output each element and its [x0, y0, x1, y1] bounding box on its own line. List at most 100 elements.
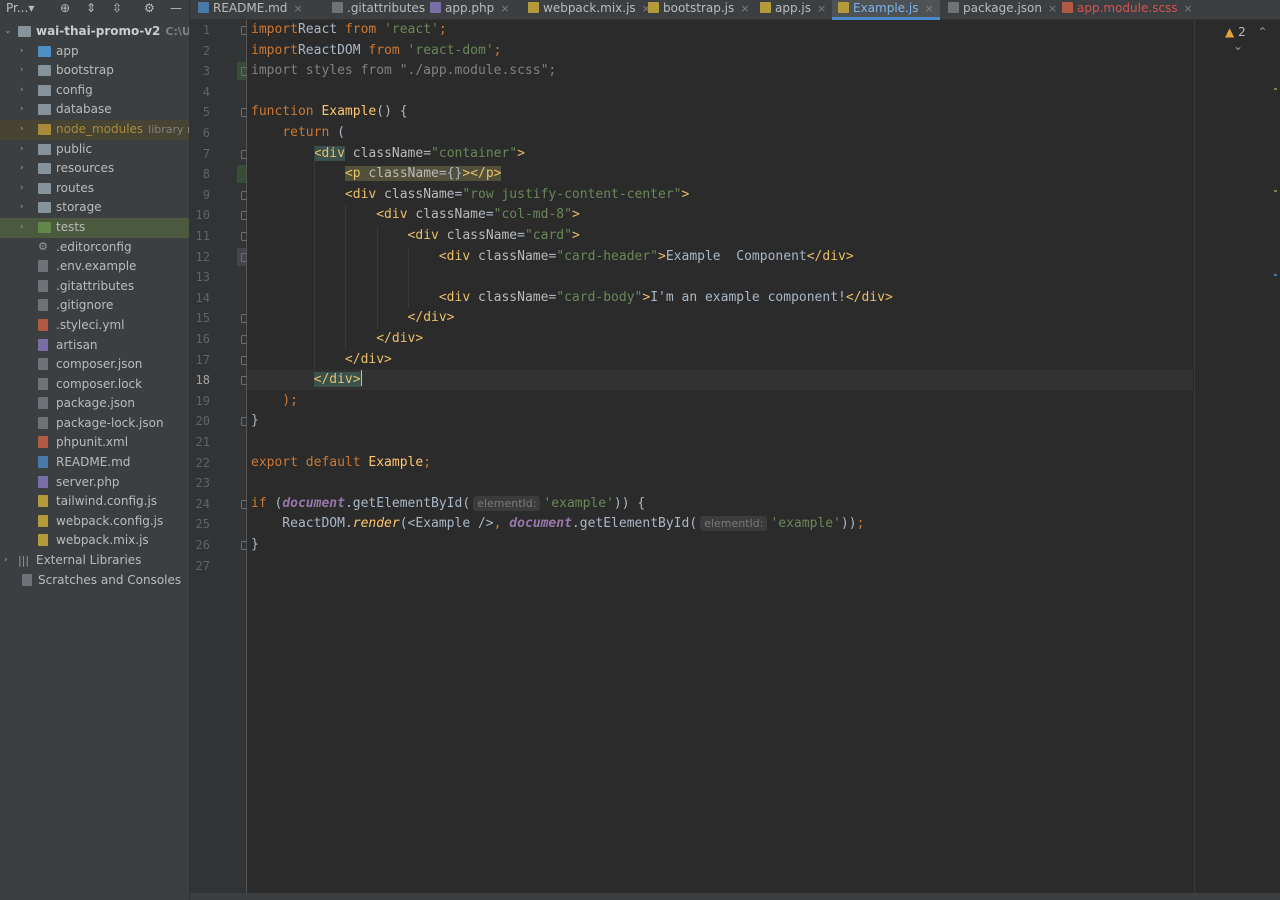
- chevron-right-icon[interactable]: ›: [4, 551, 14, 571]
- tree-item[interactable]: › routes: [0, 179, 189, 199]
- tree-item[interactable]: › node_modules library roo: [0, 119, 189, 140]
- tree-item-text: .gitignore: [56, 296, 113, 316]
- line-number: 8: [202, 167, 210, 182]
- code-token: }: [251, 413, 259, 429]
- tab-webpack-mix-js[interactable]: webpack.mix.js ×: [528, 0, 651, 19]
- chevron-right-icon[interactable]: ›: [20, 140, 30, 160]
- code-token: () {: [376, 104, 408, 120]
- chevron-right-icon[interactable]: ›: [20, 218, 30, 238]
- gear-icon[interactable]: ⚙: [144, 0, 155, 17]
- chevron-right-icon[interactable]: ›: [20, 100, 30, 120]
- code-token: >: [658, 248, 666, 264]
- code-token: 'react-dom': [399, 42, 494, 58]
- chevron-right-icon[interactable]: ›: [20, 120, 30, 140]
- tab-app-js[interactable]: app.js ×: [760, 0, 826, 19]
- code-token: </div>: [845, 289, 893, 305]
- code-line: export default Example;: [251, 453, 431, 473]
- tree-item-text: composer.lock: [56, 375, 142, 395]
- tab-gitattributes[interactable]: .gitattributes×: [332, 0, 440, 19]
- tree-item[interactable]: .env.example: [0, 257, 189, 277]
- close-icon[interactable]: ×: [740, 2, 749, 15]
- change-marker[interactable]: [1274, 274, 1277, 276]
- indent-guide: [377, 226, 378, 329]
- tree-item[interactable]: ⚙ .editorconfig: [0, 238, 189, 258]
- change-marker[interactable]: [1274, 190, 1277, 192]
- tree-item-text: package.json: [56, 394, 135, 414]
- code-token: "col-md-8": [493, 207, 572, 223]
- tab-app-module-scss[interactable]: app.module.scss ×: [1062, 0, 1193, 19]
- tab-readme-md[interactable]: README.md ×: [198, 0, 303, 19]
- tab-example-js[interactable]: Example.js ×: [832, 0, 940, 20]
- chevron-right-icon[interactable]: ›: [20, 179, 30, 199]
- tree-item-text: .env.example: [56, 257, 136, 277]
- code-token: className: [470, 289, 549, 305]
- chevron-right-icon[interactable]: ›: [20, 198, 30, 218]
- tree-item[interactable]: artisan: [0, 336, 189, 356]
- chevron-right-icon[interactable]: ›: [20, 42, 30, 62]
- tree-item[interactable]: webpack.mix.js: [0, 531, 189, 551]
- tree-item[interactable]: README.md: [0, 453, 189, 473]
- collapse-all-icon[interactable]: ⇳: [112, 0, 122, 17]
- code-line: </div>: [251, 329, 423, 349]
- close-icon[interactable]: ×: [1048, 2, 1057, 15]
- tree-item[interactable]: composer.json: [0, 355, 189, 375]
- tab-bootstrap-js[interactable]: bootstrap.js ×: [648, 0, 750, 19]
- target-icon[interactable]: ⊕: [60, 0, 70, 17]
- tree-item[interactable]: phpunit.xml: [0, 433, 189, 453]
- close-icon[interactable]: ×: [817, 2, 826, 15]
- tree-item[interactable]: › public: [0, 140, 189, 160]
- chevron-right-icon[interactable]: ›: [20, 61, 30, 81]
- tree-item[interactable]: composer.lock: [0, 375, 189, 395]
- project-view-selector[interactable]: Pr...▾: [6, 0, 34, 17]
- tree-item[interactable]: › storage: [0, 198, 189, 218]
- line-number: 1: [202, 23, 210, 37]
- tree-item[interactable]: › resources: [0, 159, 189, 179]
- chevron-right-icon[interactable]: ›: [20, 159, 30, 179]
- tree-item[interactable]: › config: [0, 81, 189, 101]
- tree-item[interactable]: package.json: [0, 394, 189, 414]
- hide-icon[interactable]: —: [170, 0, 182, 17]
- tree-item[interactable]: .gitignore: [0, 296, 189, 316]
- tree-item[interactable]: › ||| External Libraries: [0, 551, 189, 571]
- tree-item[interactable]: › tests: [0, 217, 189, 238]
- chevron-right-icon[interactable]: ›: [20, 81, 30, 101]
- tree-item[interactable]: .gitattributes: [0, 277, 189, 297]
- close-icon[interactable]: ×: [293, 2, 302, 15]
- tree-item[interactable]: webpack.config.js: [0, 512, 189, 532]
- code-editor[interactable]: importReact from 'react'; importReactDOM …: [247, 20, 1193, 893]
- tab-label: app.module.scss: [1077, 1, 1178, 15]
- tree-item[interactable]: server.php: [0, 473, 189, 493]
- tree-item[interactable]: › database: [0, 100, 189, 120]
- tree-item[interactable]: .styleci.yml: [0, 316, 189, 336]
- tree-item-text: artisan: [56, 336, 98, 356]
- folder-icon: [38, 104, 51, 116]
- change-marker[interactable]: [1274, 88, 1277, 90]
- inspection-widget[interactable]: ▲ 2 ⌃ ⌄: [1225, 25, 1280, 53]
- file-icon: [38, 377, 48, 390]
- chevron-down-icon[interactable]: ⌄: [1233, 39, 1243, 53]
- chevron-up-icon[interactable]: ⌃: [1258, 25, 1268, 39]
- tab-app-php[interactable]: app.php ×: [430, 0, 509, 19]
- tree-item[interactable]: › bootstrap: [0, 61, 189, 81]
- tree-item[interactable]: package-lock.json: [0, 414, 189, 434]
- code-line: return (: [251, 123, 345, 143]
- tree-item[interactable]: ⌄ wai-thai-promo-v2 C:\Users: [0, 22, 189, 42]
- code-token: import: [251, 42, 298, 58]
- close-icon[interactable]: ×: [500, 2, 509, 15]
- expand-all-icon[interactable]: ⇕: [86, 0, 96, 17]
- code-line: }: [251, 535, 259, 555]
- file-icon: [38, 318, 48, 331]
- chevron-down-icon[interactable]: ⌄: [4, 22, 14, 42]
- vcs-change-marker[interactable]: [237, 165, 246, 184]
- tab-package-json[interactable]: package.json ×: [948, 0, 1057, 19]
- tree-item[interactable]: › app: [0, 42, 189, 62]
- tree-item[interactable]: tailwind.config.js: [0, 492, 189, 512]
- tree-item[interactable]: Scratches and Consoles: [0, 571, 189, 591]
- code-token: =: [438, 166, 447, 182]
- code-token: className: [376, 186, 455, 202]
- close-icon[interactable]: ×: [924, 2, 933, 15]
- code-token: ></p>: [462, 166, 502, 182]
- editor-right-stripe: ▲ 2 ⌃ ⌄: [1194, 20, 1280, 893]
- close-icon[interactable]: ×: [1184, 2, 1193, 15]
